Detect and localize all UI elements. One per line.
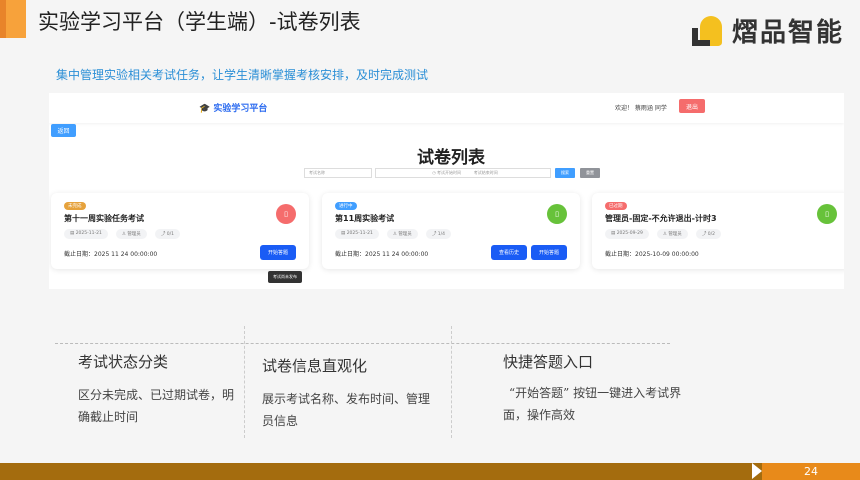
start-exam-button[interactable]: 开始答题: [531, 245, 567, 260]
count-chip: ⤴ 0/2: [695, 229, 721, 239]
count-chip: ⤴ 1/4: [425, 229, 451, 239]
document-icon: ▯: [817, 204, 837, 224]
deadline: 截止日期：2025 11 24 00:00:00: [335, 251, 429, 258]
date-chip: ▤ 2025-09-29: [605, 229, 649, 239]
status-badge: 未完成: [64, 202, 86, 210]
document-icon: ▯: [276, 204, 296, 224]
date-range-input[interactable]: ◷ 考试开始时间 考试结束时间: [375, 168, 551, 178]
feature-3: 快捷答题入口 “开始答题” 按钮一键进入考试界面，操作高效: [503, 353, 682, 422]
back-button[interactable]: 返回: [51, 124, 76, 137]
exam-name-input[interactable]: 考试名称: [304, 168, 372, 178]
divider: [244, 326, 245, 438]
divider: [451, 326, 452, 438]
navbar: 🎓 实验学习平台 欢迎！ 蔡雨涵 同学 退出: [49, 93, 844, 123]
brand-label: 实验学习平台: [213, 104, 268, 114]
search-button[interactable]: 搜索: [555, 168, 575, 178]
creator-chip: ♙ 管理员: [386, 229, 418, 239]
slide-title: 实验学习平台（学生端）-试卷列表: [38, 10, 361, 34]
feature-1: 考试状态分类 区分未完成、已过期试卷，明确截止时间: [78, 353, 235, 424]
logo: 熠品智能: [690, 12, 844, 49]
date-chip: ▤ 2025-11-21: [335, 229, 379, 239]
creator-chip: ♙ 管理员: [115, 229, 147, 239]
deadline: 截止日期：2025-10-09 00:00:00: [605, 251, 699, 258]
app-screenshot: 🎓 实验学习平台 欢迎！ 蔡雨涵 同学 退出 返回 试卷列表 考试名称 ◷ 考试…: [49, 93, 844, 289]
page-title: 试卷列表: [417, 148, 485, 168]
brand[interactable]: 🎓 实验学习平台: [199, 101, 267, 114]
exam-meta: ▤ 2025-11-21 ♙ 管理员 ⤴ 1/4: [335, 229, 451, 239]
graduation-cap-icon: 🎓: [199, 104, 211, 114]
reset-button[interactable]: 重置: [580, 168, 600, 178]
exam-title: 管理员-固定-不允许退出-计时3: [605, 214, 717, 223]
logo-text: 熠品智能: [732, 18, 845, 48]
exam-card: 未完成 第十一周实验任务考试 ▯ ▤ 2025-11-21 ♙ 管理员 ⤴ 0/…: [51, 193, 309, 269]
creator-chip: ♙ 管理员: [656, 229, 688, 239]
accent-bar-dark: [0, 0, 6, 38]
exam-title: 第11周实验考试: [335, 214, 395, 223]
view-history-button[interactable]: 查看历史: [491, 245, 527, 260]
logout-button[interactable]: 退出: [679, 99, 705, 113]
divider: [55, 343, 670, 344]
welcome-text: 欢迎！ 蔡雨涵 同学: [615, 105, 667, 112]
footer-bar: 24: [0, 463, 860, 480]
date-chip: ▤ 2025-11-21: [64, 229, 108, 239]
document-icon: ▯: [547, 204, 567, 224]
tooltip: 考试尚未发布: [268, 271, 302, 283]
logo-icon: [690, 14, 724, 48]
status-badge: 进行中: [335, 202, 357, 210]
count-chip: ⤴ 0/1: [154, 229, 180, 239]
deadline: 截止日期：2025 11 24 00:00:00: [64, 251, 158, 258]
exam-title: 第十一周实验任务考试: [64, 214, 144, 223]
page-number: 24: [762, 463, 860, 480]
exam-card: 进行中 第11周实验考试 ▯ ▤ 2025-11-21 ♙ 管理员 ⤴ 1/4 …: [322, 193, 580, 269]
start-exam-button[interactable]: 开始答题: [260, 245, 296, 260]
exam-meta: ▤ 2025-09-29 ♙ 管理员 ⤴ 0/2: [605, 229, 721, 239]
exam-meta: ▤ 2025-11-21 ♙ 管理员 ⤴ 0/1: [64, 229, 180, 239]
slide-subtitle: 集中管理实验相关考试任务，让学生清晰掌握考核安排，及时完成测试: [56, 68, 429, 82]
feature-2: 试卷信息直观化 展示考试名称、发布时间、管理员信息: [262, 357, 431, 428]
status-badge: 已过期: [605, 202, 627, 210]
exam-card: 已过期 管理员-固定-不允许退出-计时3 ▯ ▤ 2025-09-29 ♙ 管理…: [592, 193, 844, 269]
